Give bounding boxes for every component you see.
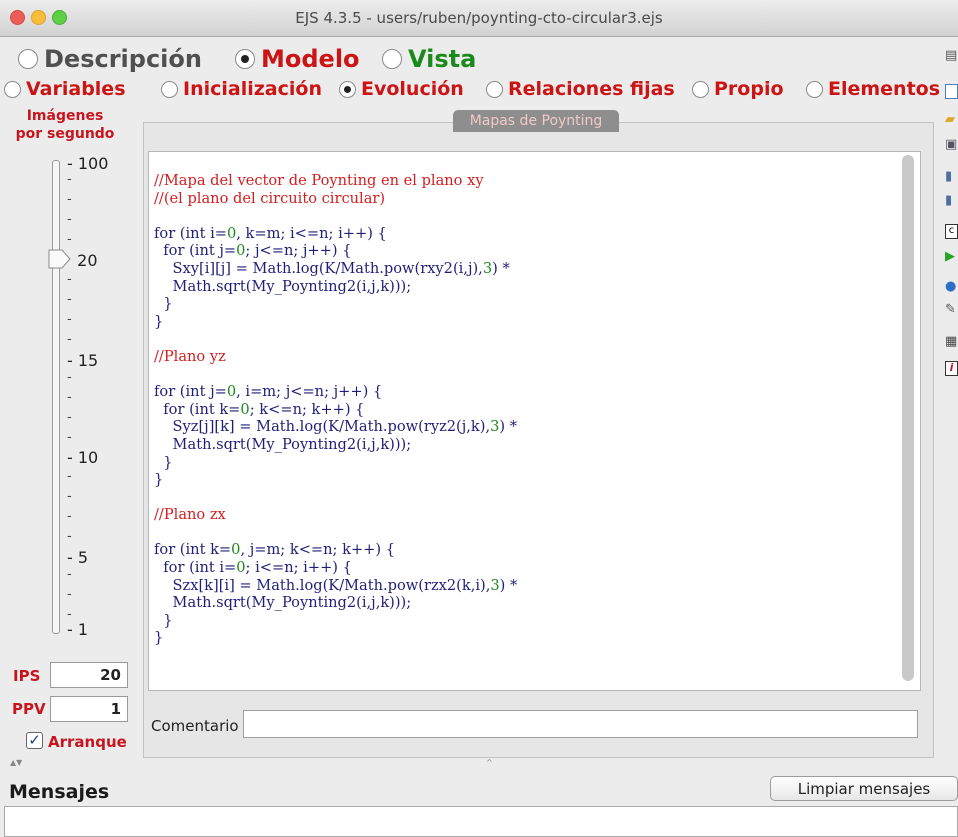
tab-vista[interactable]: Vista [382, 42, 476, 76]
radio-icon [161, 80, 178, 98]
slider-minor-tick: - [67, 332, 72, 347]
slider-minor-tick: - [67, 172, 72, 187]
splitter-handle-icon[interactable]: ^ [486, 758, 493, 767]
radio-icon [692, 80, 709, 98]
subtab-label: Evolución [361, 78, 464, 100]
radio-selected-icon [339, 80, 356, 98]
slider-tick-5: - 5 [67, 548, 89, 567]
ips-input[interactable]: 20 [50, 662, 128, 688]
tab-modelo[interactable]: Modelo [235, 42, 360, 76]
slider-minor-tick: - [67, 410, 72, 425]
slider-minor-tick: - [67, 529, 72, 544]
radio-icon [4, 80, 21, 98]
slider-minor-tick: - [67, 587, 72, 602]
tab-label: Modelo [261, 45, 360, 73]
window-titlebar: EJS 4.3.5 - users/ruben/poynting-cto-cir… [0, 0, 958, 37]
slider-minor-tick: - [67, 607, 72, 622]
tab-label: Descripción [44, 45, 202, 73]
code-scrollbar[interactable] [902, 155, 914, 681]
radio-icon [382, 49, 402, 69]
open-folder-icon[interactable]: ▰ [945, 113, 958, 127]
subtab-evolucion[interactable]: Evolución [339, 77, 464, 101]
slider-tick-100: - 100 [67, 154, 109, 173]
messages-area [4, 806, 958, 837]
slider-minor-tick: - [67, 192, 72, 207]
subtab-label: Variables [26, 78, 126, 100]
slider-minor-tick: - [67, 390, 72, 405]
slider-tick-10: - 10 [67, 448, 99, 467]
splitter-arrows-icon[interactable]: ▲▼ [10, 758, 22, 767]
slider-minor-tick: - [67, 312, 72, 327]
code-page-tab[interactable]: Mapas de Poynting [453, 110, 619, 132]
subtab-inicializacion[interactable]: Inicialización [161, 77, 322, 101]
comment-input[interactable] [243, 710, 918, 738]
tab-descripcion[interactable]: Descripción [18, 42, 202, 76]
slider-tick-15: - 15 [67, 351, 99, 370]
subtab-label: Inicialización [183, 78, 322, 100]
fps-label-line1: Imágenes [26, 108, 104, 124]
radio-icon [806, 80, 823, 98]
slider-minor-tick: - [67, 232, 72, 247]
subtab-label: Elementos [828, 78, 941, 100]
run-icon[interactable]: ▶ [945, 250, 958, 264]
ppv-input[interactable]: 1 [50, 696, 128, 722]
panel-splitter[interactable] [0, 760, 958, 770]
messages-label: Mensajes [9, 781, 110, 803]
slider-minor-tick: - [67, 567, 72, 582]
slider-tick-20: 20 [77, 251, 98, 270]
slider-minor-tick: - [67, 469, 72, 484]
autostart-label: Arranque [48, 733, 127, 751]
globe-icon[interactable]: ● [945, 280, 958, 294]
slider-minor-tick: - [67, 489, 72, 504]
tools-icon[interactable]: ✎ [945, 303, 958, 317]
slider-minor-tick: - [67, 370, 72, 385]
list-icon[interactable]: ▤ [945, 49, 958, 63]
clipboard-icon[interactable]: ▦ [945, 335, 958, 349]
subtab-variables[interactable]: Variables [4, 77, 126, 101]
radio-icon [18, 49, 38, 69]
comment-label: Comentario [151, 717, 239, 735]
save-as-icon[interactable]: ▮ [945, 194, 958, 208]
radio-selected-icon [235, 49, 255, 69]
subtab-elementos[interactable]: Elementos [806, 77, 940, 101]
slider-minor-tick: - [67, 212, 72, 227]
radio-icon [486, 80, 503, 98]
code-editor[interactable]: //Mapa del vector de Poynting en el plan… [148, 151, 921, 691]
fps-label-line2: por segundo [15, 126, 115, 142]
browse-icon[interactable]: ▣ [945, 138, 958, 152]
subtab-relaciones-fijas[interactable]: Relaciones fijas [486, 77, 675, 101]
slider-minor-tick: - [67, 292, 72, 307]
ips-label: IPS [13, 667, 41, 685]
slider-minor-tick: - [67, 272, 72, 287]
save-icon[interactable]: ▮ [945, 170, 958, 184]
ppv-label: PPV [12, 700, 46, 718]
subtab-label: Relaciones fijas [508, 78, 675, 100]
clear-messages-button[interactable]: Limpiar mensajes [770, 776, 958, 801]
autostart-checkbox[interactable]: ✓ [26, 732, 43, 749]
tab-label: Vista [408, 45, 477, 73]
new-file-icon[interactable] [945, 84, 958, 99]
code-text[interactable]: //Mapa del vector de Poynting en el plan… [154, 172, 517, 647]
fps-slider-track[interactable] [52, 160, 60, 634]
subtab-label: Propio [714, 78, 784, 100]
slider-tick-1: - 1 [67, 620, 89, 639]
window-title: EJS 4.3.5 - users/ruben/poynting-cto-cir… [295, 9, 663, 27]
search-icon[interactable]: c [945, 224, 958, 239]
subtab-propio[interactable]: Propio [692, 77, 784, 101]
info-icon[interactable]: i [945, 361, 958, 376]
slider-minor-tick: - [67, 430, 72, 445]
slider-minor-tick: - [67, 509, 72, 524]
fps-label: Imágenes por segundo [6, 107, 124, 143]
